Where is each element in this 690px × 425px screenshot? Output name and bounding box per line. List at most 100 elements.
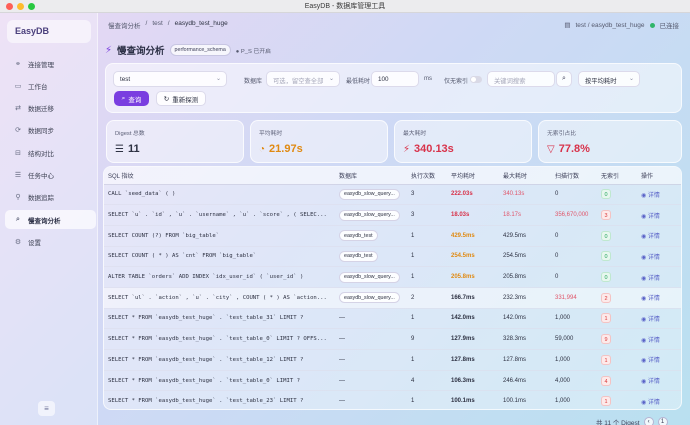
chevron-down-icon: ⌄ [215, 76, 221, 82]
window-titlebar: EasyDB - 数据库管理工具 [0, 0, 690, 13]
no-index-badge: 0 [601, 272, 611, 283]
exec-count: 1 [407, 308, 447, 330]
table-row[interactable]: SELECT * FROM `easydb_test_huge` . `test… [104, 370, 681, 392]
rows-scanned: 0 [551, 225, 597, 247]
sql-fingerprint: SELECT * FROM `easydb_test_huge` . `test… [104, 370, 335, 392]
max-time: 254.5ms [499, 246, 551, 268]
detail-link[interactable]: ◉ 详情 [637, 204, 681, 226]
table-row[interactable]: SELECT * FROM `easydb_test_huge` . `test… [104, 328, 681, 350]
eye-icon: ◉ [641, 337, 648, 344]
db-badge: easydb_test [339, 250, 378, 262]
eye-icon: ◉ [641, 213, 648, 220]
slow-query-table: SQL 指纹 数据库 执行次数 平均耗时 最大耗时 扫描行数 无索引 操作 CALL `see… [103, 166, 682, 410]
rows-scanned: 1,000 [551, 349, 597, 371]
min-time-input[interactable]: 100 [371, 71, 419, 87]
table-row[interactable]: SELECT COUNT (?) FROM `big_table` easydb_… [104, 225, 681, 247]
rows-scanned: 331,994 [551, 287, 597, 309]
search-button[interactable]: ⌕ [556, 71, 572, 87]
column-header[interactable]: 扫描行数 [551, 167, 597, 185]
db-name: — [339, 336, 345, 343]
column-header[interactable]: 最大耗时 [499, 167, 551, 185]
sidebar-item[interactable]: ⊟ 结构对比 [5, 143, 96, 162]
sidebar-item[interactable]: ⟳ 数据同步 [5, 121, 96, 140]
detail-link[interactable]: ◉ 详情 [637, 266, 681, 288]
eye-icon: ◉ [641, 399, 648, 406]
detail-link[interactable]: ◉ 详情 [637, 349, 681, 371]
column-header[interactable]: SQL 指纹 [104, 167, 335, 185]
table-row[interactable]: SELECT `u` . `id` , `u` . `username` , `… [104, 204, 681, 226]
no-index-cell: 0 [597, 225, 637, 247]
no-index-cell: 9 [597, 328, 637, 350]
db-cell: easydb_slow_query... [335, 204, 407, 226]
sql-fingerprint: CALL `seed_data` ( ) [104, 184, 335, 206]
eye-icon: ◉ [641, 234, 648, 241]
sidebar-item[interactable]: ☰ 任务中心 [5, 165, 96, 184]
db-name: — [339, 398, 345, 405]
table-row[interactable]: ALTER TABLE `orders` ADD INDEX `idx_user… [104, 266, 681, 288]
column-header[interactable]: 平均耗时 [447, 167, 499, 185]
exec-count: 1 [407, 266, 447, 288]
column-header[interactable]: 操作 [637, 167, 681, 185]
avg-time: 166.7ms [447, 287, 499, 309]
detail-link[interactable]: ◉ 详情 [637, 287, 681, 309]
sidebar-item[interactable]: ⇄ 数据迁移 [5, 99, 96, 118]
eye-icon: ◉ [641, 192, 648, 199]
sidebar-item[interactable]: ⚭ 连接管理 [5, 54, 96, 73]
maximize-window-button[interactable] [28, 3, 35, 10]
avg-time: 127.8ms [447, 349, 499, 371]
sql-fingerprint: SELECT * FROM `easydb_test_huge` . `test… [104, 390, 335, 409]
column-header[interactable]: 无索引 [597, 167, 637, 185]
db-select[interactable]: 可选，留空查全部 ⌄ [266, 71, 340, 87]
sort-select[interactable]: 按平均耗时 ⌄ [578, 71, 640, 87]
detail-link[interactable]: ◉ 详情 [637, 246, 681, 268]
bolt-icon: ⚡ [403, 143, 411, 155]
page-header: ⚡ 慢查询分析 performance_schema ● P_S 已开启 [105, 43, 271, 57]
reset-detect-button[interactable]: ↻ 重新探测 [156, 91, 206, 106]
table-row[interactable]: SELECT COUNT ( * ) AS `cnt` FROM `big_ta… [104, 246, 681, 268]
detail-link[interactable]: ◉ 详情 [637, 390, 681, 409]
minimize-window-button[interactable] [17, 3, 24, 10]
breadcrumb-root[interactable]: 慢查询分析 [108, 20, 141, 30]
no-index-badge: 9 [601, 334, 611, 345]
no-index-cell: 2 [597, 287, 637, 309]
sidebar-item-label: 结构对比 [28, 150, 54, 158]
detail-link[interactable]: ◉ 详情 [637, 184, 681, 206]
table-row[interactable]: SELECT * FROM `easydb_test_huge` . `test… [104, 349, 681, 371]
avg-time: 100.1ms [447, 390, 499, 409]
sql-fingerprint: SELECT `u` . `id` , `u` . `username` , `… [104, 204, 335, 226]
detail-link[interactable]: ◉ 详情 [637, 225, 681, 247]
column-header[interactable]: 数据库 [335, 167, 407, 185]
sql-fingerprint: SELECT COUNT ( * ) AS `cnt` FROM `big_ta… [104, 246, 335, 268]
db-badge: easydb_slow_query... [339, 188, 400, 200]
db-cell: easydb_slow_query... [335, 266, 407, 288]
connection-select[interactable]: test ⌄ [113, 71, 227, 87]
sidebar-item[interactable]: ⌕ 慢查询分析 [5, 210, 96, 230]
query-button[interactable]: ⌕ 查询 [114, 91, 149, 106]
table-row[interactable]: CALL `seed_data` ( ) easydb_slow_query...… [104, 184, 681, 206]
clock-icon: ◔ [259, 143, 266, 155]
detail-link[interactable]: ◉ 详情 [637, 308, 681, 330]
breadcrumb-db[interactable]: test [152, 20, 162, 30]
window-controls[interactable] [6, 3, 35, 10]
no-index-cell: 0 [597, 266, 637, 288]
sidebar-item-label: 数据追踪 [28, 195, 54, 203]
detail-link[interactable]: ◉ 详情 [637, 370, 681, 392]
no-index-toggle[interactable] [470, 76, 482, 83]
column-header[interactable]: 执行次数 [407, 167, 447, 185]
table-row[interactable]: SELECT * FROM `easydb_test_huge` . `test… [104, 308, 681, 330]
sidebar-item[interactable]: ▭ 工作台 [5, 76, 96, 95]
close-window-button[interactable] [6, 3, 13, 10]
no-index-badge: 3 [601, 210, 611, 221]
table-row[interactable]: SELECT `ul` . `action` , `u` . `city` , … [104, 287, 681, 309]
current-page[interactable]: 1 [657, 417, 668, 425]
table-row[interactable]: SELECT * FROM `easydb_test_huge` . `test… [104, 390, 681, 409]
sidebar-item[interactable]: ⚙ 设置 [5, 232, 96, 251]
keyword-search-input[interactable]: 关键词搜索 [487, 71, 555, 87]
prev-page-button[interactable]: ‹ [643, 417, 654, 425]
stat-value-row: ◔ 21.97s [259, 143, 379, 155]
sidebar-item[interactable]: ⚲ 数据追踪 [5, 188, 96, 207]
detail-link[interactable]: ◉ 详情 [637, 328, 681, 350]
collapse-sidebar-button[interactable]: ≡ [38, 401, 55, 416]
search-icon: ⌕ [562, 75, 566, 82]
rows-scanned: 0 [551, 184, 597, 206]
